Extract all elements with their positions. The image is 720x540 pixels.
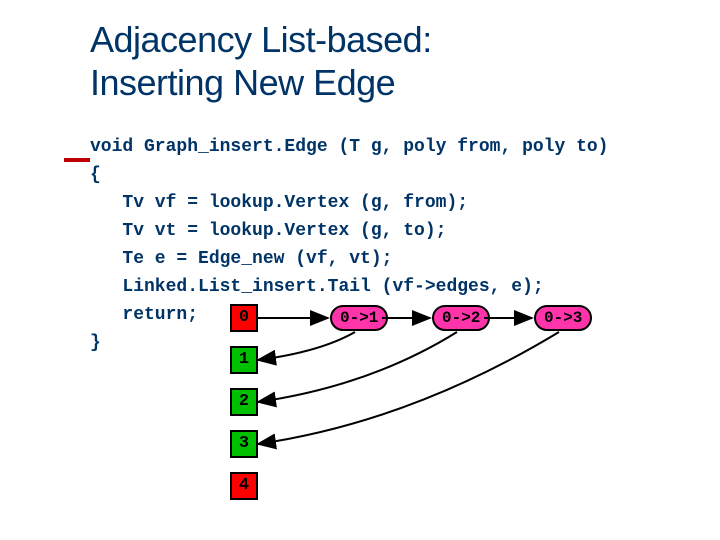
code-line: return; bbox=[90, 305, 198, 325]
vertex-cell-1: 1 bbox=[230, 346, 258, 374]
title-line-1: Adjacency List-based: bbox=[90, 18, 650, 61]
slide: Adjacency List-based: Inserting New Edge… bbox=[0, 0, 720, 540]
edge-pill-0-2: 0->2 bbox=[432, 305, 490, 331]
edge-pill-0-1: 0->1 bbox=[330, 305, 388, 331]
code-line: void Graph_insert.Edge (T g, poly from, … bbox=[90, 137, 608, 157]
code-line: { bbox=[90, 165, 101, 185]
arrows-svg bbox=[230, 304, 700, 534]
vertex-cell-3: 3 bbox=[230, 430, 258, 458]
code-line: Tv vt = lookup.Vertex (g, to); bbox=[90, 221, 446, 241]
diagram-layer: 0 1 2 3 4 0->1 0->2 0->3 bbox=[230, 304, 700, 534]
title-line-2: Inserting New Edge bbox=[90, 61, 650, 104]
vertex-cell-0: 0 bbox=[230, 304, 258, 332]
vertex-cell-4: 4 bbox=[230, 472, 258, 500]
edge-pill-0-3: 0->3 bbox=[534, 305, 592, 331]
code-line: } bbox=[90, 333, 101, 353]
code-line: Te e = Edge_new (vf, vt); bbox=[90, 249, 392, 269]
accent-bar bbox=[64, 158, 90, 162]
code-line: Tv vf = lookup.Vertex (g, from); bbox=[90, 193, 468, 213]
code-line: Linked.List_insert.Tail (vf->edges, e); bbox=[90, 277, 544, 297]
vertex-cell-2: 2 bbox=[230, 388, 258, 416]
title-block: Adjacency List-based: Inserting New Edge bbox=[90, 18, 650, 104]
